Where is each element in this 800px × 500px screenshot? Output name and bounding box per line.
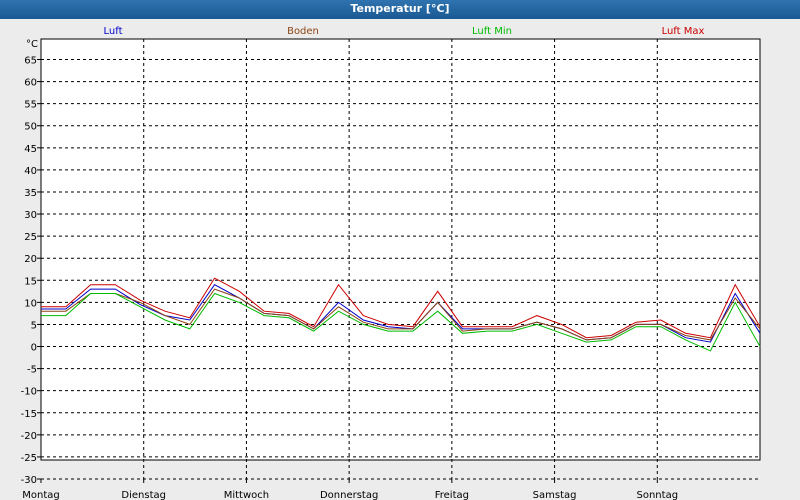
y-tick-label: -10 (21, 387, 37, 398)
y-axis-unit: °C (26, 39, 38, 50)
y-tick-label: -5 (27, 365, 37, 376)
y-tick-label: 10 (24, 298, 37, 309)
x-tick-day-label: Freitag (435, 490, 469, 500)
y-tick-label: 15 (24, 276, 37, 287)
y-tick-label: 20 (24, 254, 37, 265)
legend-item: Luft Min (472, 26, 512, 37)
legend-item: Boden (287, 26, 319, 37)
y-tick-label: 40 (24, 166, 37, 177)
y-tick-label: -20 (21, 431, 37, 442)
plot-area (40, 38, 761, 461)
x-tick-day-label: Donnerstag (320, 490, 378, 500)
y-tick-label: 5 (31, 320, 37, 331)
y-tick-label: 50 (24, 122, 37, 133)
x-tick-day-label: Dienstag (121, 490, 166, 500)
temperature-chart: °C Luft Boden Luft Min Luft Max 65605550454… (0, 19, 800, 500)
y-tick-label: -30 (21, 475, 37, 486)
y-tick-label: 45 (24, 144, 37, 155)
y-tick-label: -15 (21, 409, 37, 420)
y-tick-label: 35 (24, 188, 37, 199)
y-tick-label: 25 (24, 232, 37, 243)
y-tick-label: 60 (24, 78, 37, 89)
y-tick-label: 0 (31, 343, 37, 354)
y-tick-label: 65 (24, 56, 37, 67)
y-tick-label: -25 (21, 453, 37, 464)
x-tick-day-label: Mittwoch (224, 490, 269, 500)
y-tick-label: 55 (24, 100, 37, 111)
legend-item: Luft (104, 26, 123, 37)
x-tick-day-label: Samstag (533, 490, 577, 500)
legend-item: Luft Max (662, 26, 705, 37)
y-tick-label: 30 (24, 210, 37, 221)
x-tick-day-label: Montag (22, 490, 59, 500)
window-title: Temperatur [°C] (0, 0, 800, 19)
x-tick-day-label: Sonntag (637, 490, 679, 500)
